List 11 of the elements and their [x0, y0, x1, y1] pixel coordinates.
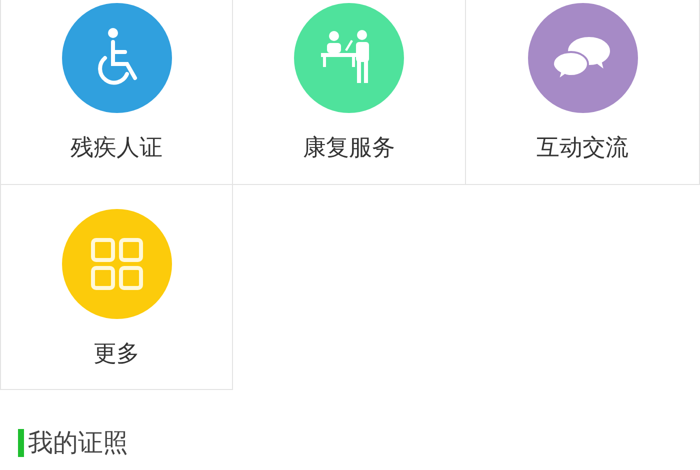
service-tile[interactable]: 残疾人证 [0, 0, 233, 185]
section-marker [18, 429, 24, 457]
service-label: 更多 [94, 341, 140, 369]
service-label: 互动交流 [536, 135, 628, 163]
service-label: 康复服务 [303, 135, 395, 163]
service-label: 残疾人证 [70, 135, 162, 163]
section-title: 我的证照 [28, 428, 128, 458]
service-tile[interactable]: 康复服务 [233, 0, 466, 185]
service-tile[interactable]: 互动交流 [466, 0, 700, 185]
grid-icon [90, 237, 144, 291]
service-tile[interactable]: 更多 [0, 185, 233, 390]
